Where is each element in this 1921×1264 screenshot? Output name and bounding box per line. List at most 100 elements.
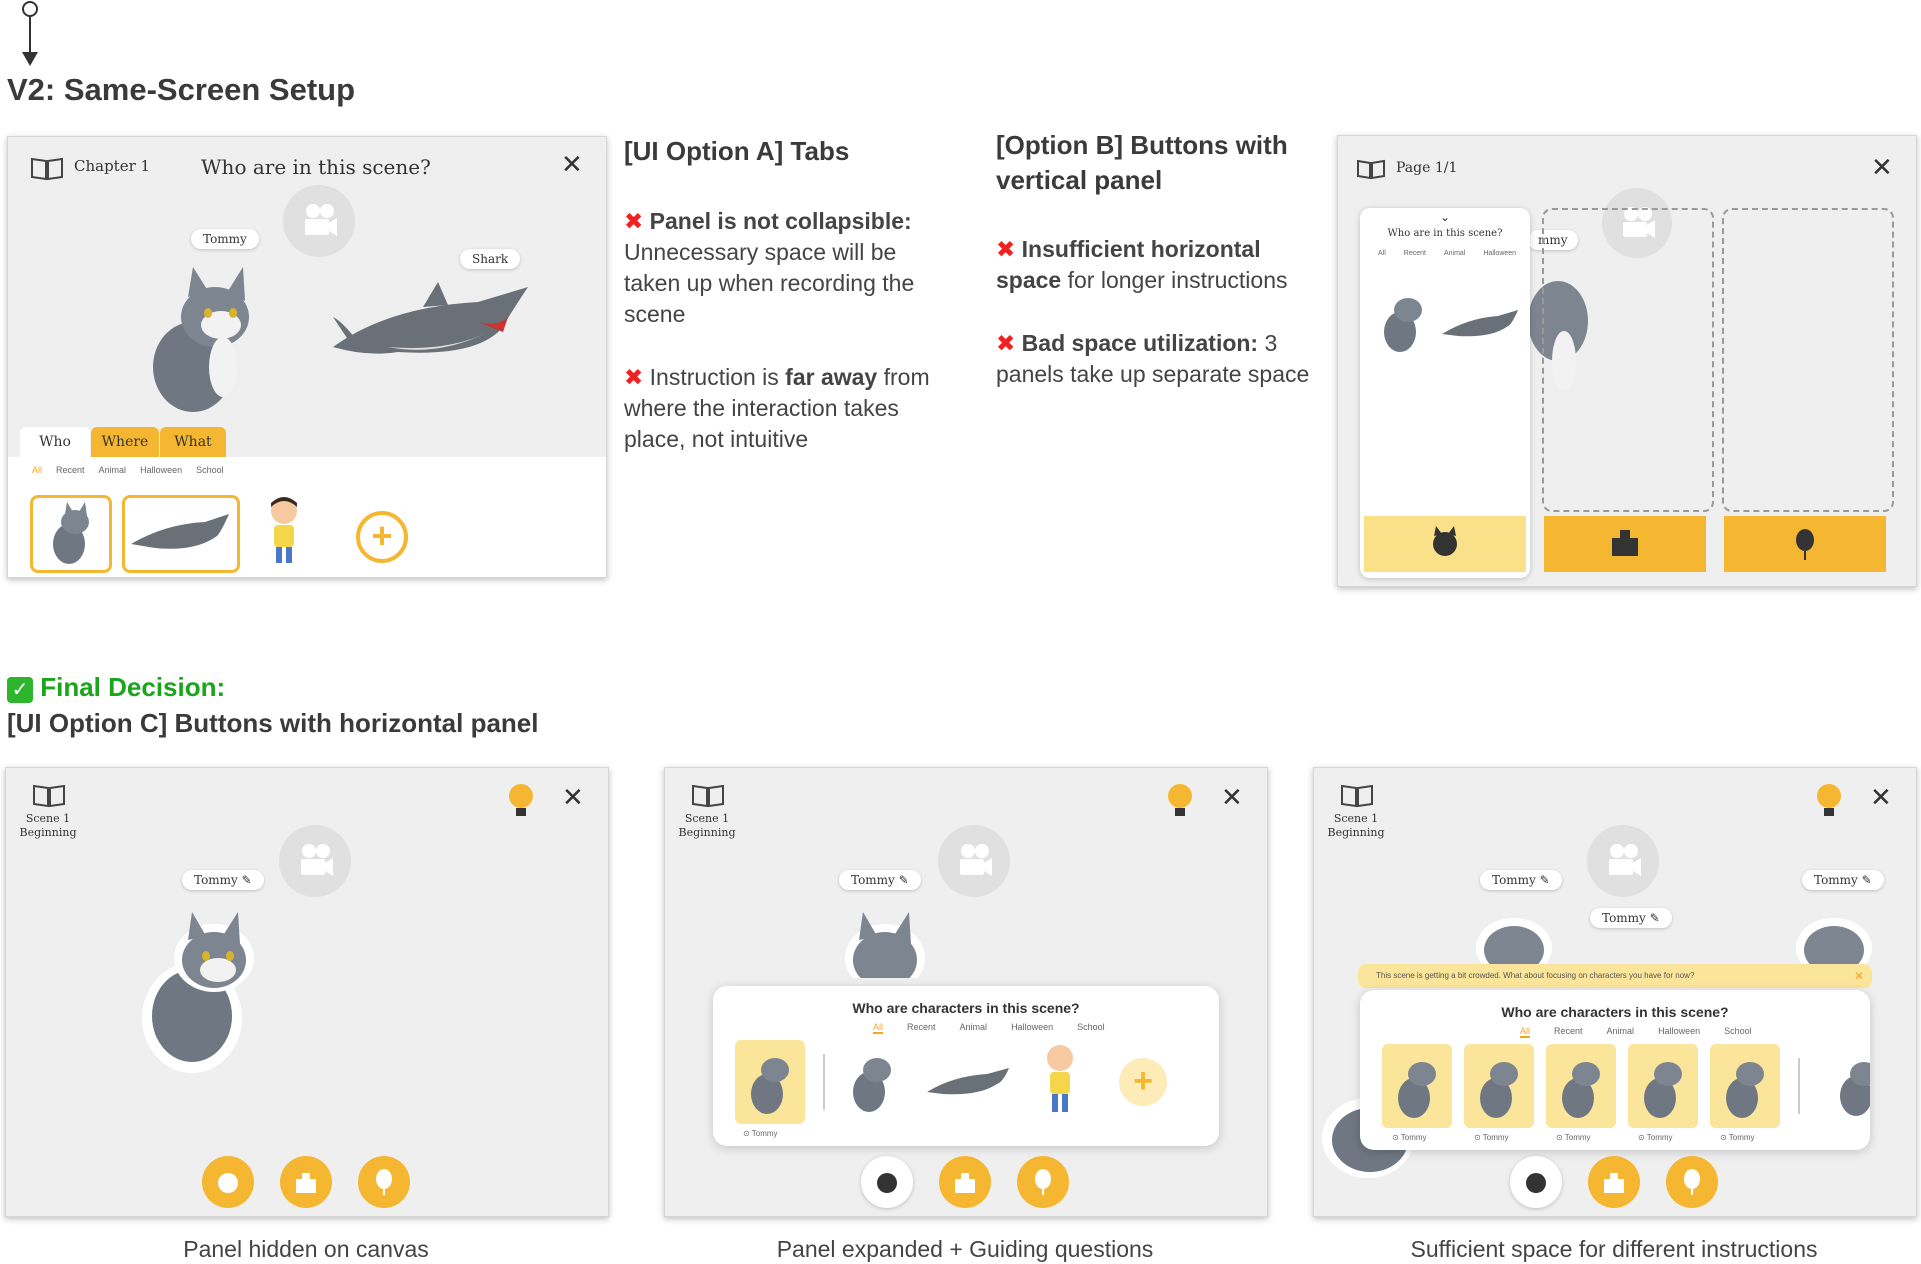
add-character-button[interactable]: + (1119, 1058, 1167, 1106)
asset-shark[interactable] (1438, 304, 1522, 344)
category-all[interactable]: All (1520, 1026, 1531, 1038)
collapse-chevron-icon[interactable]: ⌄ (1440, 210, 1450, 224)
balloon-sparkle-icon (376, 1169, 392, 1195)
camera-button[interactable] (1587, 825, 1659, 897)
character-tag-tommy[interactable]: Tommy ✎ (1590, 908, 1672, 928)
tab-who[interactable]: Who (20, 427, 90, 459)
category-school[interactable]: School (1077, 1022, 1105, 1034)
category-recent[interactable]: Recent (1404, 250, 1426, 257)
balloon-icon (1796, 529, 1814, 560)
close-icon[interactable]: ✕ (1870, 782, 1892, 813)
con-text: Instruction is (649, 364, 786, 390)
lightbulb-icon[interactable] (1165, 782, 1195, 822)
page-indicator: Page 1/1 (1396, 160, 1458, 176)
category-halloween[interactable]: Halloween (1658, 1026, 1700, 1038)
selected-character-thumb[interactable] (1464, 1044, 1534, 1128)
category-animal[interactable]: Animal (99, 465, 127, 475)
category-halloween[interactable]: Halloween (140, 465, 182, 475)
camera-button[interactable] (283, 185, 355, 257)
tab-where[interactable]: Where (91, 427, 159, 459)
caption-panel-expanded: Panel expanded + Guiding questions (776, 1236, 1154, 1262)
tab-what[interactable]: What (160, 427, 226, 459)
where-button[interactable] (1588, 1156, 1640, 1208)
asset-cat[interactable] (1372, 286, 1432, 356)
cat-character[interactable] (825, 898, 935, 978)
close-icon[interactable]: ✕ (561, 149, 583, 180)
cat-character[interactable] (1784, 898, 1884, 968)
book-icon[interactable] (1356, 158, 1386, 180)
character-tag-tommy[interactable]: Tommy ✎ (1480, 870, 1562, 890)
category-school[interactable]: School (196, 465, 224, 475)
category-all[interactable]: All (873, 1022, 884, 1034)
scene-number: Scene 1 (684, 812, 730, 825)
cat-character[interactable] (133, 257, 273, 417)
scene-phase: Beginning (1327, 826, 1385, 839)
category-animal[interactable]: Animal (1607, 1026, 1635, 1038)
lightbulb-icon[interactable] (1814, 782, 1844, 822)
asset-boy[interactable] (260, 495, 308, 567)
selected-character-thumb[interactable] (1546, 1044, 1616, 1128)
cat-face-icon (1526, 1173, 1546, 1193)
where-button[interactable] (1544, 516, 1706, 572)
camera-button[interactable] (938, 825, 1010, 897)
option-b-title: [Option B] Buttons with vertical panel (996, 130, 1288, 195)
camera-button[interactable] (279, 825, 351, 897)
who-button-active[interactable] (861, 1156, 913, 1208)
selected-character-thumb[interactable] (1628, 1044, 1698, 1128)
character-tag-tommy[interactable]: Tommy ✎ (1802, 870, 1884, 890)
add-asset-button[interactable]: + (356, 511, 408, 563)
scene-number: Scene 1 (1333, 812, 1379, 825)
who-button[interactable] (202, 1156, 254, 1208)
book-icon[interactable] (30, 155, 64, 181)
asset-cat[interactable] (841, 1046, 901, 1118)
category-recent[interactable]: Recent (907, 1022, 936, 1034)
book-icon[interactable] (32, 782, 66, 808)
character-tag-tommy[interactable]: Tommy ✎ (182, 870, 264, 890)
caption-sufficient-space: Sufficient space for different instructi… (1410, 1236, 1818, 1262)
book-icon[interactable] (1340, 782, 1374, 808)
category-animal[interactable]: Animal (960, 1022, 988, 1034)
cat-character[interactable] (126, 898, 266, 1078)
category-school[interactable]: School (1724, 1026, 1752, 1038)
category-halloween[interactable]: Halloween (1483, 250, 1516, 257)
lightbulb-icon[interactable] (506, 782, 536, 822)
asset-shark[interactable] (923, 1062, 1013, 1102)
asset-boy[interactable] (1035, 1042, 1085, 1118)
cat-character[interactable] (1464, 898, 1564, 968)
category-all[interactable]: All (1378, 250, 1386, 257)
who-button-active[interactable] (1510, 1156, 1562, 1208)
selected-character-thumb[interactable] (1382, 1044, 1452, 1128)
selected-character-thumb[interactable] (1710, 1044, 1780, 1128)
category-halloween[interactable]: Halloween (1011, 1022, 1053, 1034)
category-recent[interactable]: Recent (56, 465, 85, 475)
character-tag-shark[interactable]: Shark (460, 249, 521, 269)
close-icon[interactable]: ✕ (562, 782, 584, 813)
where-button[interactable] (280, 1156, 332, 1208)
character-tag-tommy[interactable]: Tommy (191, 229, 259, 249)
what-button[interactable] (1017, 1156, 1069, 1208)
what-button[interactable] (1666, 1156, 1718, 1208)
error-cross-icon: ✖ (624, 208, 644, 234)
character-tag-tommy[interactable]: Tommy ✎ (839, 870, 921, 890)
who-button[interactable] (1364, 516, 1526, 572)
asset-shark[interactable] (122, 495, 240, 573)
asset-cat[interactable] (1828, 1050, 1870, 1122)
scene-label: Scene 1 Beginning (677, 812, 737, 840)
what-button[interactable] (1724, 516, 1886, 572)
close-icon[interactable]: ✕ (1221, 782, 1243, 813)
category-all[interactable]: All (32, 465, 42, 475)
shark-character[interactable] (328, 267, 538, 377)
vertical-panel-where-placeholder (1542, 208, 1714, 512)
category-recent[interactable]: Recent (1554, 1026, 1583, 1038)
what-button[interactable] (358, 1156, 410, 1208)
asset-cat[interactable] (30, 495, 112, 573)
book-icon[interactable] (691, 782, 725, 808)
category-animal[interactable]: Animal (1444, 250, 1465, 257)
scene-phase: Beginning (678, 826, 736, 839)
where-button[interactable] (939, 1156, 991, 1208)
dismiss-warning-icon[interactable]: ✕ (1854, 964, 1864, 988)
tag-label: Tommy (1814, 873, 1858, 887)
con-heading: Bad space utilization: (1021, 330, 1259, 356)
selected-character-thumb[interactable] (735, 1040, 805, 1124)
close-icon[interactable]: ✕ (1871, 152, 1893, 183)
